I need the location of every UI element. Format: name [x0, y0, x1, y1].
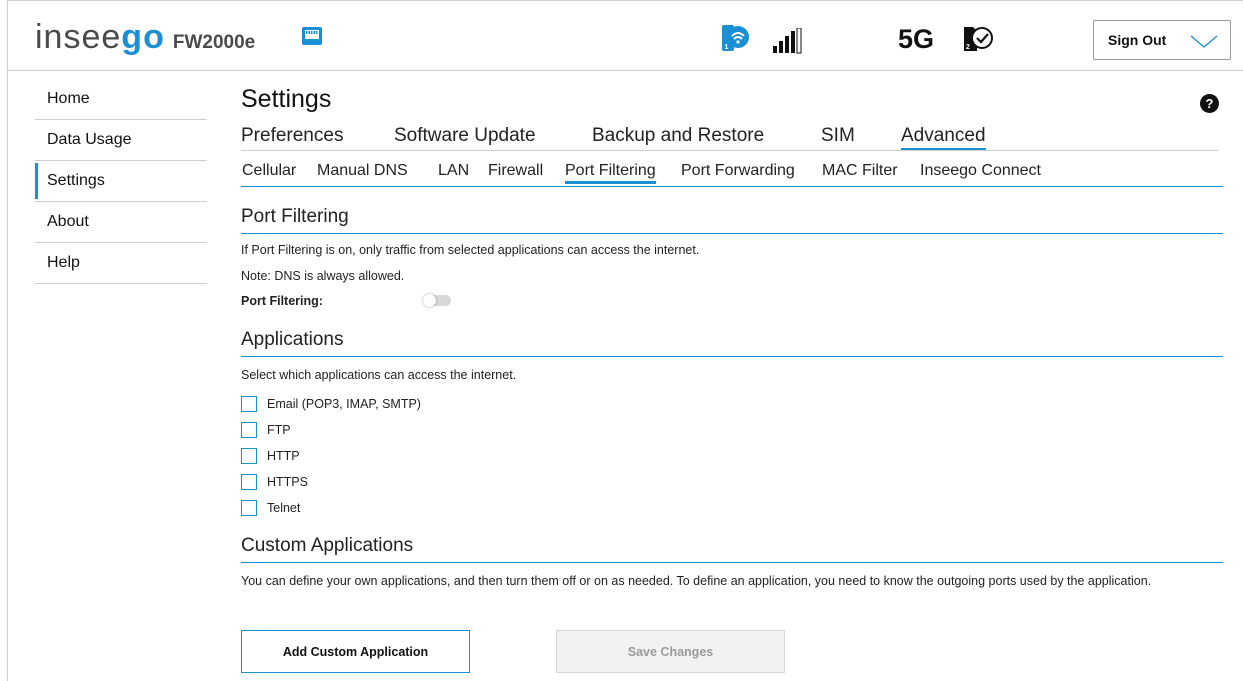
sidebar-item-about[interactable]: About: [35, 202, 207, 243]
subtab-port-forwarding[interactable]: Port Forwarding: [681, 162, 795, 180]
app-option-https[interactable]: HTTPS: [241, 474, 308, 490]
chevron-down-icon: [1190, 35, 1218, 48]
app-option-email[interactable]: Email (POP3, IMAP, SMTP): [241, 396, 421, 412]
subtab-port-filtering[interactable]: Port Filtering: [565, 162, 656, 184]
section-title-custom-applications: Custom Applications: [241, 535, 1223, 563]
custom-applications-description: You can define your own applications, an…: [241, 574, 1152, 588]
sidebar-item-settings[interactable]: Settings: [35, 161, 207, 202]
sidebar-nav: Home Data Usage Settings About Help: [35, 79, 207, 284]
subtab-mac-filter[interactable]: MAC Filter: [822, 162, 898, 180]
sidebar-item-data-usage[interactable]: Data Usage: [35, 120, 207, 161]
help-icon[interactable]: ?: [1200, 94, 1219, 113]
sign-out-label: Sign Out: [1108, 32, 1167, 48]
settings-tabs: Preferences Software Update Backup and R…: [241, 125, 1219, 151]
sim-badge-number: 2: [966, 44, 970, 51]
app-option-http[interactable]: HTTP: [241, 448, 300, 464]
frame-border-left: [7, 0, 8, 681]
app-option-ftp[interactable]: FTP: [241, 422, 291, 438]
sidebar-item-home[interactable]: Home: [35, 79, 207, 120]
subtab-inseego-connect[interactable]: Inseego Connect: [920, 162, 1041, 180]
device-model: FW2000e: [172, 32, 256, 53]
app-option-telnet[interactable]: Telnet: [241, 500, 300, 516]
tab-advanced[interactable]: Advanced: [901, 125, 986, 150]
add-custom-application-button[interactable]: Add Custom Application: [241, 630, 470, 673]
app-checkbox-email[interactable]: [241, 396, 257, 412]
subtab-firewall[interactable]: Firewall: [488, 162, 543, 180]
sim-check-icon: 2: [964, 27, 993, 51]
port-filtering-toggle[interactable]: [423, 294, 451, 307]
signal-bars-icon: [773, 28, 802, 54]
dns-note: Note: DNS is always allowed.: [241, 269, 405, 283]
app-label-https: HTTPS: [267, 475, 308, 489]
ethernet-icon: [302, 27, 322, 45]
logo-text-prefix: inse: [35, 18, 102, 56]
sidebar-item-help[interactable]: Help: [35, 243, 207, 284]
app-checkbox-http[interactable]: [241, 448, 257, 464]
app-checkbox-https[interactable]: [241, 474, 257, 490]
advanced-subtabs: Cellular Manual DNS LAN Firewall Port Fi…: [241, 162, 1223, 187]
hotspot-badge-number: 1: [725, 44, 729, 51]
brand-logo: inse e go FW2000e: [35, 20, 255, 54]
page-title: Settings: [241, 85, 332, 113]
toggle-knob: [423, 294, 436, 307]
subtab-lan[interactable]: LAN: [438, 162, 469, 180]
port-filtering-description: If Port Filtering is on, only traffic fr…: [241, 243, 700, 257]
subtab-manual-dns[interactable]: Manual DNS: [317, 162, 408, 180]
app-label-http: HTTP: [267, 449, 300, 463]
tab-preferences[interactable]: Preferences: [241, 125, 343, 147]
tab-software-update[interactable]: Software Update: [394, 125, 536, 147]
logo-text-suffix: go: [121, 18, 165, 56]
tab-sim[interactable]: SIM: [821, 125, 855, 147]
app-label-telnet: Telnet: [267, 501, 301, 515]
port-filtering-toggle-label: Port Filtering:: [241, 294, 323, 308]
section-title-port-filtering: Port Filtering: [241, 206, 1223, 234]
wifi-hotspot-icon: 1: [722, 25, 749, 51]
app-label-email: Email (POP3, IMAP, SMTP): [267, 397, 421, 411]
logo-text-e: e: [101, 18, 122, 56]
network-type-label: 5G: [898, 24, 935, 54]
app-label-ftp: FTP: [267, 423, 291, 437]
tab-backup-restore[interactable]: Backup and Restore: [592, 125, 764, 147]
app-checkbox-ftp[interactable]: [241, 422, 257, 438]
section-title-applications: Applications: [241, 329, 1223, 357]
header-bar: inse e go FW2000e 1 5G 2 Sign Out: [8, 1, 1243, 71]
app-checkbox-telnet[interactable]: [241, 500, 257, 516]
applications-description: Select which applications can access the…: [241, 368, 517, 382]
subtab-cellular[interactable]: Cellular: [242, 162, 296, 180]
sign-out-button[interactable]: Sign Out: [1093, 20, 1231, 60]
save-changes-button[interactable]: Save Changes: [556, 630, 785, 673]
